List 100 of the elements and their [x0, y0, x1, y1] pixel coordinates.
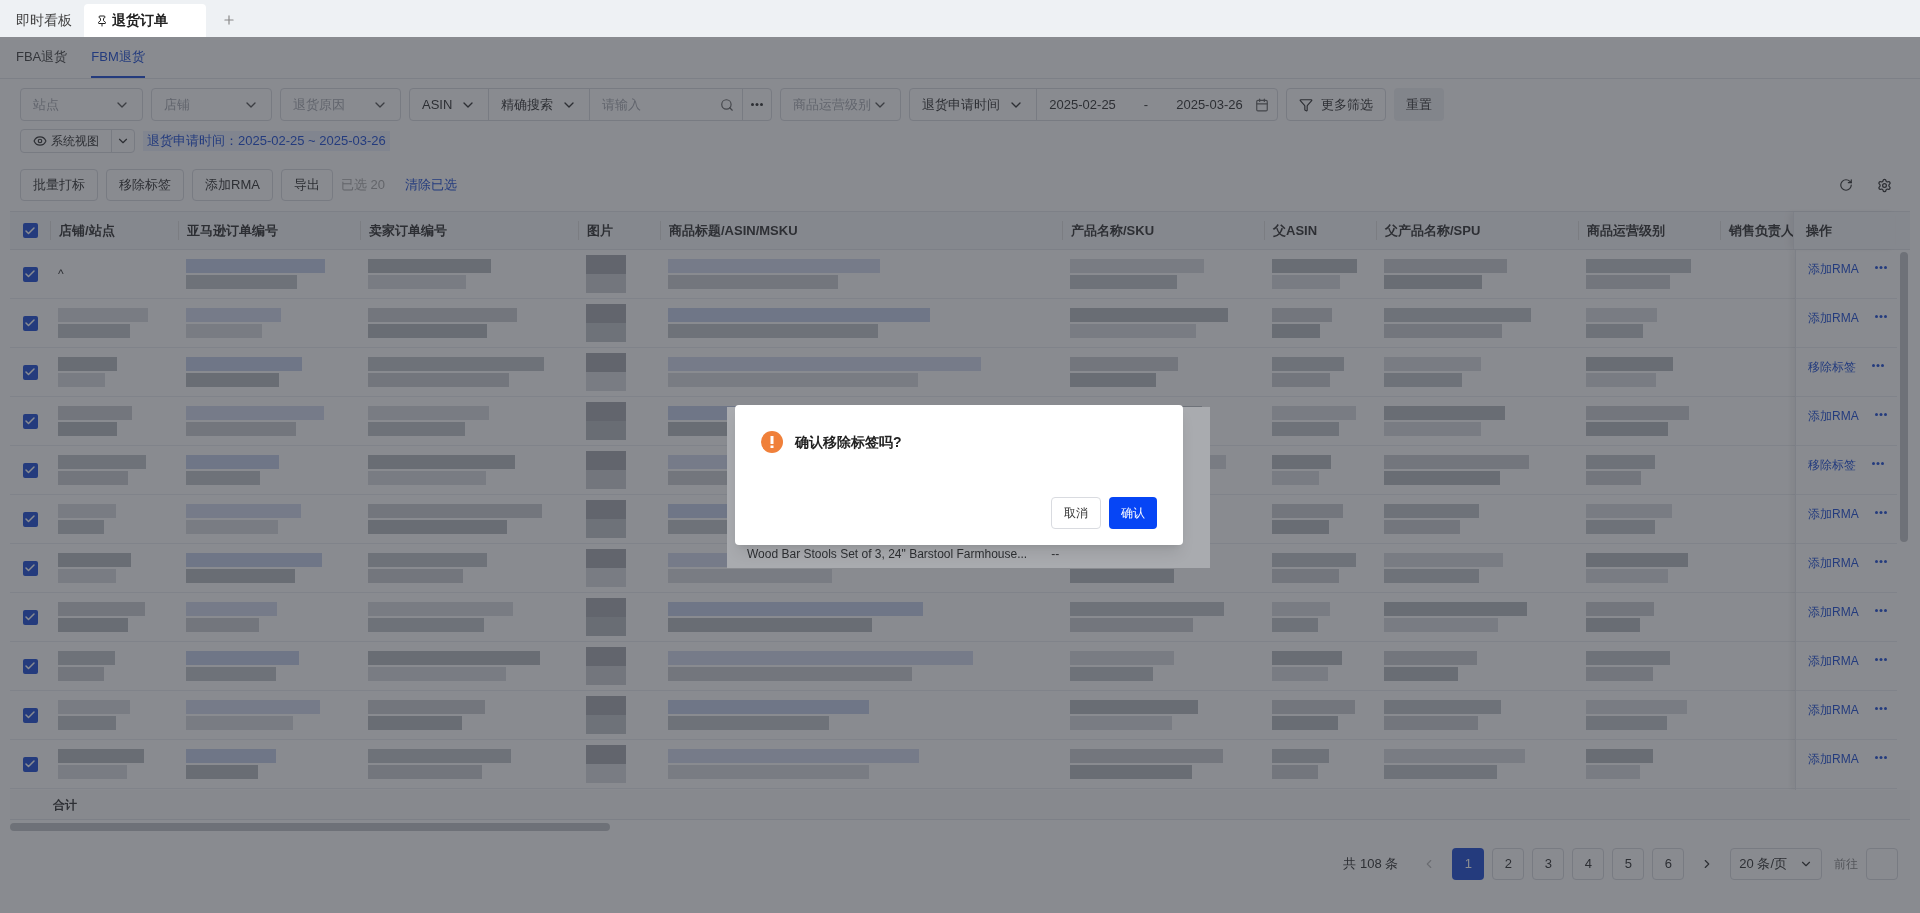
- reset-button[interactable]: 重置: [1393, 88, 1444, 121]
- checkbox[interactable]: [22, 315, 38, 331]
- date-to[interactable]: 2025-03-26: [1164, 94, 1255, 115]
- warning-icon: [761, 431, 783, 453]
- blurred-content: [1272, 651, 1342, 681]
- check-icon: [24, 611, 36, 623]
- sub-tab[interactable]: FBA退货: [16, 46, 68, 78]
- check-icon: [24, 562, 36, 574]
- more-icon[interactable]: [1872, 364, 1884, 367]
- row-action-link[interactable]: 添加RMA: [1808, 407, 1859, 425]
- checkbox[interactable]: [22, 413, 38, 429]
- page-button[interactable]: 2: [1492, 848, 1525, 880]
- page-button[interactable]: 5: [1612, 848, 1645, 880]
- blurred-image: [586, 255, 626, 293]
- row-action-link[interactable]: 移除标签: [1808, 456, 1856, 474]
- blurred-image: [586, 745, 626, 783]
- row-action-link[interactable]: 添加RMA: [1808, 603, 1859, 621]
- settings-icon[interactable]: [1877, 177, 1892, 193]
- row-action-link[interactable]: 添加RMA: [1808, 652, 1859, 670]
- page-button[interactable]: 4: [1572, 848, 1605, 880]
- total-count: 共 108 条: [1343, 855, 1399, 874]
- blurred-content: [1272, 357, 1344, 387]
- toolbar-button[interactable]: 移除标签: [106, 169, 184, 201]
- checkbox[interactable]: [22, 658, 38, 674]
- row-action-link[interactable]: 添加RMA: [1808, 260, 1859, 278]
- more-filters-button[interactable]: 更多筛选: [1285, 88, 1386, 121]
- filter-tag: 退货申请时间：2025-02-25 ~ 2025-03-26: [143, 131, 390, 151]
- filter-icon: [1298, 97, 1313, 112]
- checkbox[interactable]: [22, 223, 38, 238]
- refresh-icon[interactable]: [1839, 178, 1853, 192]
- blurred-content: [1272, 602, 1330, 632]
- page-button[interactable]: 6: [1652, 848, 1685, 880]
- check-icon: [24, 513, 36, 525]
- checkbox[interactable]: [22, 364, 38, 380]
- page-size-select[interactable]: 20 条/页: [1730, 848, 1822, 880]
- blurred-content: [1272, 504, 1343, 534]
- checkbox[interactable]: [22, 266, 38, 282]
- more-icon[interactable]: [1874, 413, 1887, 416]
- check-icon: [24, 464, 36, 476]
- page-button[interactable]: 1: [1452, 848, 1485, 880]
- clear-selection-link[interactable]: 清除已选: [404, 175, 457, 195]
- more-icon[interactable]: [1874, 266, 1887, 269]
- sub-tab[interactable]: FBM退货: [91, 46, 145, 78]
- check-icon: [24, 415, 36, 427]
- row-action-link[interactable]: 移除标签: [1808, 358, 1856, 376]
- page-button[interactable]: 3: [1532, 848, 1565, 880]
- check-icon: [24, 366, 36, 378]
- blurred-image: [586, 598, 626, 636]
- blurred-image: [586, 304, 626, 342]
- row-action-link[interactable]: 添加RMA: [1808, 701, 1859, 719]
- more-icon[interactable]: [1874, 609, 1887, 612]
- column-header: 亚马逊订单编号: [187, 222, 278, 238]
- more-icon[interactable]: [1872, 462, 1884, 465]
- confirm-button[interactable]: 确认: [1109, 497, 1157, 529]
- checkbox[interactable]: [22, 609, 38, 625]
- eye-icon: [33, 134, 47, 148]
- checkbox[interactable]: [22, 462, 38, 478]
- column-header: 操作: [1806, 221, 1832, 240]
- column-header: 产品名称/SKU: [1071, 222, 1155, 238]
- more-icon[interactable]: [1874, 658, 1887, 661]
- row-action-link[interactable]: 添加RMA: [1808, 554, 1859, 572]
- column-header: 父ASIN: [1273, 222, 1318, 238]
- blurred-content: [58, 651, 115, 681]
- row-action-link[interactable]: 添加RMA: [1808, 309, 1859, 327]
- date-type-select[interactable]: 退货申请时间: [910, 89, 1038, 120]
- add-tab-icon[interactable]: [222, 13, 236, 27]
- column-header: 卖家订单编号: [369, 222, 447, 238]
- blurred-content: [1586, 455, 1655, 485]
- row-action-link[interactable]: 添加RMA: [1808, 750, 1859, 768]
- blurred-image: [586, 402, 626, 440]
- page-tab[interactable]: 退货订单: [84, 4, 206, 37]
- page-tab[interactable]: 即时看板: [4, 4, 84, 37]
- cancel-button[interactable]: 取消: [1051, 497, 1101, 529]
- more-icon[interactable]: [1874, 756, 1887, 759]
- toolbar-button[interactable]: 批量打标: [20, 169, 98, 201]
- blurred-content: [1272, 308, 1332, 338]
- checkbox[interactable]: [22, 511, 38, 527]
- row-action-link[interactable]: 添加RMA: [1808, 505, 1859, 523]
- check-icon: [24, 268, 36, 280]
- check-icon: [24, 224, 36, 237]
- toolbar-button[interactable]: 添加RMA: [192, 169, 273, 201]
- more-icon[interactable]: [1874, 707, 1887, 710]
- vertical-scrollbar[interactable]: [1900, 252, 1908, 542]
- checkbox[interactable]: [22, 707, 38, 723]
- more-icon[interactable]: [1874, 315, 1887, 318]
- blurred-image: [586, 353, 626, 391]
- checkbox[interactable]: [22, 560, 38, 576]
- more-icon[interactable]: [1874, 560, 1887, 563]
- checkbox[interactable]: [22, 756, 38, 772]
- column-header: 父产品名称/SPU: [1385, 222, 1481, 238]
- more-icon[interactable]: [1874, 511, 1887, 514]
- popover-text: Wood Bar Stools Set of 3, 24" Barstool Farmhouse...: [747, 546, 1028, 563]
- toolbar-button[interactable]: 导出: [280, 169, 333, 201]
- horizontal-scrollbar[interactable]: [10, 823, 610, 831]
- blurred-content: [58, 357, 117, 387]
- blurred-image: [586, 549, 626, 587]
- blurred-content: [1272, 455, 1331, 485]
- date-from[interactable]: 2025-02-25: [1037, 94, 1128, 115]
- check-icon: [24, 660, 36, 672]
- blurred-content: [1586, 602, 1654, 632]
